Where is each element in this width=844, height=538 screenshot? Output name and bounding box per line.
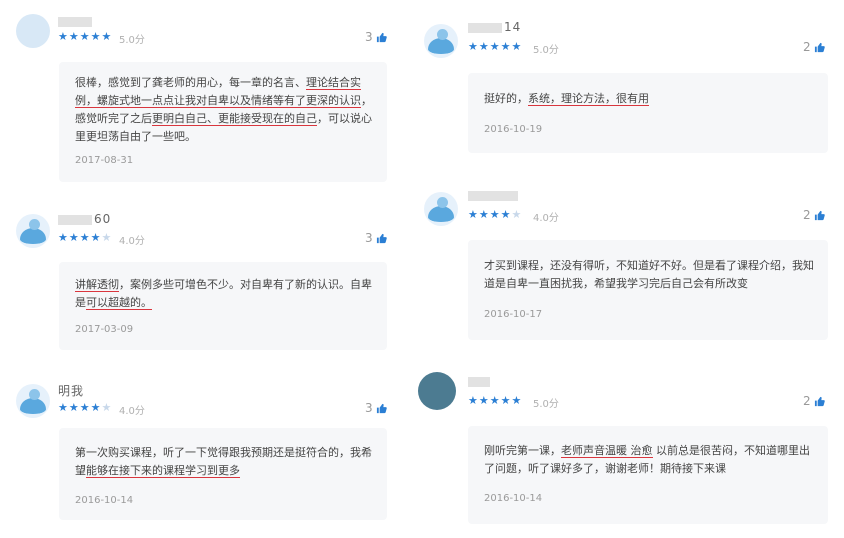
- review-card: 14 ★★★★★ 5.0分 2 挺好的，系统，理论方法，很有用 2016-10-…: [410, 10, 840, 160]
- rating-score: 4.0分: [119, 236, 145, 247]
- review-card: ★★★★★ 5.0分 2 刚听完第一课，老师声音温暖 治愈 以前总是很苦闷，不知…: [410, 364, 840, 534]
- review-date: 2017-03-09: [75, 324, 134, 335]
- review-card: ★★★★★ 4.0分 2 才买到课程，还没有得听，不知道好不好。但是看了课程介绍…: [410, 178, 840, 348]
- review-text: 刚听完第一课，老师声音温暖 治愈 以前总是很苦闷，不知道哪里出了问题，听了课好多…: [484, 444, 810, 475]
- username: [58, 14, 94, 28]
- review-date: 2016-10-14: [75, 495, 134, 506]
- username: 明我: [58, 384, 85, 398]
- like-count[interactable]: 2: [803, 40, 825, 54]
- avatar[interactable]: [418, 372, 456, 410]
- review-bubble: 挺好的，系统，理论方法，很有用 2016-10-19: [468, 73, 828, 153]
- avatar[interactable]: [16, 214, 50, 248]
- rating-score: 5.0分: [119, 35, 145, 46]
- rating-score: 5.0分: [533, 45, 559, 56]
- username: 14: [468, 20, 521, 34]
- star-rating: ★★★★★: [468, 40, 523, 53]
- avatar[interactable]: [16, 384, 50, 418]
- thumbs-up-icon[interactable]: [376, 403, 387, 414]
- thumbs-up-icon[interactable]: [814, 396, 825, 407]
- thumbs-up-icon[interactable]: [814, 210, 825, 221]
- review-card: ★★★★★ 5.0分 3 很棒，感觉到了龚老师的用心，每一章的名言、理论结合实例…: [0, 0, 400, 190]
- avatar[interactable]: [16, 14, 50, 48]
- review-card: 明我 ★★★★★ 4.0分 3 第一次购买课程，听了一下觉得跟我预期还是挺符合的…: [0, 370, 400, 530]
- star-rating: ★★★★★: [58, 30, 113, 43]
- like-count[interactable]: 3: [365, 30, 387, 44]
- review-text: 才买到课程，还没有得听，不知道好不好。但是看了课程介绍，我知道是自卑一直困扰我，…: [484, 259, 814, 290]
- review-bubble: 很棒，感觉到了龚老师的用心，每一章的名言、理论结合实例，螺旋式地一点点让我对自卑…: [59, 62, 387, 182]
- like-count[interactable]: 2: [803, 394, 825, 408]
- review-text: 第一次购买课程，听了一下觉得跟我预期还是挺符合的，我希望能够在接下来的课程学习到…: [75, 446, 372, 478]
- star-rating: ★★★★★: [58, 401, 113, 414]
- review-bubble: 讲解透彻，案例多些可增色不少。对自卑有了新的认识。自卑是可以超越的。 2017-…: [59, 262, 387, 350]
- username: [468, 188, 520, 202]
- review-date: 2016-10-14: [484, 493, 543, 504]
- review-text: 挺好的，系统，理论方法，很有用: [484, 92, 649, 106]
- thumbs-up-icon[interactable]: [814, 42, 825, 53]
- avatar[interactable]: [424, 24, 458, 58]
- review-bubble: 刚听完第一课，老师声音温暖 治愈 以前总是很苦闷，不知道哪里出了问题，听了课好多…: [468, 426, 828, 524]
- review-card: 60 ★★★★★ 4.0分 3 讲解透彻，案例多些可增色不少。对自卑有了新的认识…: [0, 200, 400, 360]
- review-bubble: 才买到课程，还没有得听，不知道好不好。但是看了课程介绍，我知道是自卑一直困扰我，…: [468, 240, 828, 340]
- rating-score: 4.0分: [119, 406, 145, 417]
- rating-score: 4.0分: [533, 213, 559, 224]
- review-date: 2016-10-19: [484, 124, 543, 135]
- thumbs-up-icon[interactable]: [376, 233, 387, 244]
- like-count[interactable]: 3: [365, 401, 387, 415]
- review-text: 很棒，感觉到了龚老师的用心，每一章的名言、理论结合实例，螺旋式地一点点让我对自卑…: [75, 76, 372, 143]
- username: [468, 374, 492, 388]
- avatar[interactable]: [424, 192, 458, 226]
- star-rating: ★★★★★: [468, 394, 523, 407]
- star-rating: ★★★★★: [468, 208, 523, 221]
- review-date: 2017-08-31: [75, 155, 134, 166]
- username: 60: [58, 212, 111, 226]
- thumbs-up-icon[interactable]: [376, 32, 387, 43]
- review-bubble: 第一次购买课程，听了一下觉得跟我预期还是挺符合的，我希望能够在接下来的课程学习到…: [59, 428, 387, 520]
- rating-score: 5.0分: [533, 399, 559, 410]
- review-text: 讲解透彻，案例多些可增色不少。对自卑有了新的认识。自卑是可以超越的。: [75, 278, 372, 310]
- like-count[interactable]: 2: [803, 208, 825, 222]
- like-count[interactable]: 3: [365, 231, 387, 245]
- review-date: 2016-10-17: [484, 309, 543, 320]
- star-rating: ★★★★★: [58, 231, 113, 244]
